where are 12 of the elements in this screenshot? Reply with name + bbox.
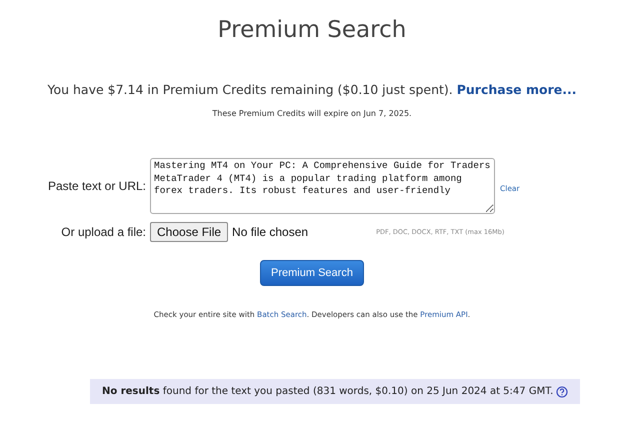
paste-field[interactable]: Mastering MT4 on Your PC: A Comprehensive Guide for Traders MetaTrader 4 (MT4) is a popular trading platform among forex traders. Its robust features and user-friendly	[150, 158, 495, 214]
paste-label: Paste text or URL:	[46, 179, 147, 193]
premium-search-button[interactable]: Premium Search	[260, 260, 364, 286]
choose-file-button[interactable]: Choose File	[150, 222, 228, 242]
help-icon[interactable]	[556, 386, 568, 398]
upload-label: Or upload a file:	[60, 225, 147, 239]
file-status: No file chosen	[232, 225, 308, 239]
result-text: No results found for the text you pasted (831 words, $0.10) on 25 Jun 2024 at 5:47 GMT.	[102, 386, 554, 397]
credits-text: You have $7.14 in Premium Credits remaining ($0.10 just spent). Purchase more...	[46, 82, 578, 98]
page-title: Premium Search	[216, 16, 408, 45]
expiry-text: These Premium Credits will expire on Jun 7, 2025.	[211, 108, 413, 120]
purchase-link[interactable]: Purchase more...	[456, 82, 576, 97]
